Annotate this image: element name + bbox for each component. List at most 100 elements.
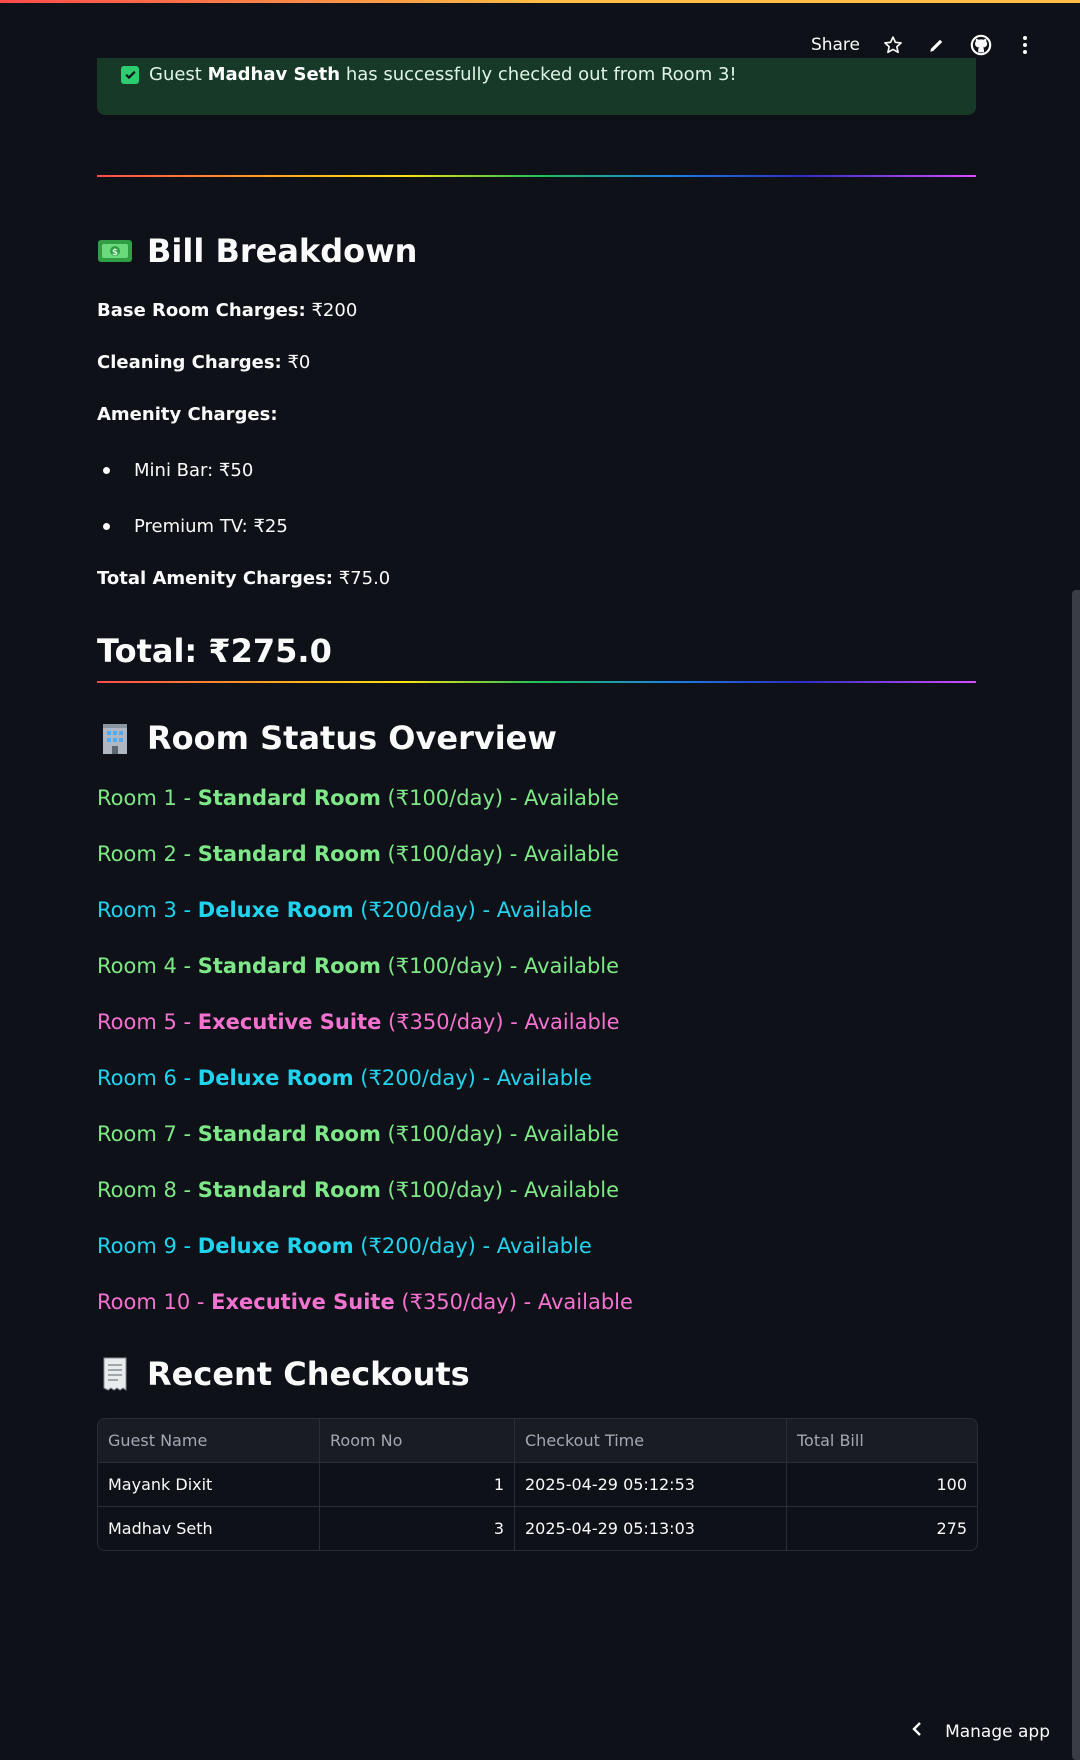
room-rate-status: (₹350/day) - Available: [394, 1290, 633, 1314]
base-charges: Base Room Charges: ₹200: [97, 300, 357, 321]
room-number: Room 10 -: [97, 1290, 212, 1314]
svg-text:$: $: [112, 248, 118, 258]
table-cell[interactable]: 2025-04-29 05:13:03: [515, 1507, 787, 1550]
room-type: Executive Suite: [211, 1290, 395, 1314]
total-amenity-charges: Total Amenity Charges: ₹75.0: [97, 568, 390, 589]
room-status-title: Room Status Overview: [147, 719, 557, 757]
manage-app-button[interactable]: Manage app: [911, 1721, 1050, 1742]
room-rate-status: (₹200/day) - Available: [353, 1066, 592, 1090]
bullet-icon: [103, 467, 110, 474]
column-header[interactable]: Room No: [320, 1419, 515, 1462]
bill-breakdown-heading: $ Bill Breakdown: [97, 232, 417, 270]
app-page: Share Guest Madhav Seth has successfully…: [0, 0, 1080, 1760]
table-cell[interactable]: 3: [320, 1507, 515, 1550]
bill-title: Bill Breakdown: [147, 232, 418, 270]
room-status-item: Room 7 - Standard Room (₹100/day) - Avai…: [97, 1122, 619, 1146]
alert-guest-name: Madhav Seth: [207, 64, 341, 85]
room-rate-status: (₹100/day) - Available: [380, 1122, 620, 1146]
alert-suffix: has successfully checked out from Room 3…: [340, 64, 737, 85]
more-vertical-icon[interactable]: [1014, 34, 1036, 56]
recent-checkouts-title: Recent Checkouts: [147, 1355, 470, 1393]
table-row: Mayank Dixit 1 2025-04-29 05:12:53 100: [98, 1463, 977, 1507]
room-number: Room 4 -: [97, 954, 198, 978]
amenity-charges: Amenity Charges:: [97, 404, 278, 425]
table-header-row: Guest Name Room No Checkout Time Total B…: [98, 1419, 977, 1463]
base-charges-value: ₹200: [305, 300, 358, 321]
room-number: Room 9 -: [97, 1234, 198, 1258]
header-toolbar: Share: [811, 30, 1036, 60]
room-rate-status: (₹200/day) - Available: [353, 1234, 592, 1258]
room-type: Standard Room: [197, 842, 381, 866]
amenity-item-label: Mini Bar: ₹50: [134, 460, 254, 481]
bullet-icon: [103, 523, 110, 530]
pencil-icon[interactable]: [926, 34, 948, 56]
total-amenity-label: Total Amenity Charges:: [97, 568, 333, 589]
table-cell[interactable]: 100: [787, 1463, 977, 1506]
room-rate-status: (₹100/day) - Available: [380, 1178, 620, 1202]
room-status-item: Room 8 - Standard Room (₹100/day) - Avai…: [97, 1178, 619, 1202]
room-type: Deluxe Room: [197, 1234, 354, 1258]
room-status-heading: Room Status Overview: [97, 719, 557, 757]
star-icon[interactable]: [882, 34, 904, 56]
table-cell[interactable]: Madhav Seth: [98, 1507, 320, 1550]
room-status-item: Room 1 - Standard Room (₹100/day) - Avai…: [97, 786, 619, 810]
room-rate-status: (₹100/day) - Available: [380, 786, 620, 810]
checkouts-table: Guest Name Room No Checkout Time Total B…: [97, 1418, 978, 1551]
room-type: Standard Room: [197, 1178, 381, 1202]
divider: [97, 681, 976, 683]
amenity-item: Mini Bar: ₹50: [97, 460, 253, 481]
room-rate-status: (₹350/day) - Available: [381, 1010, 620, 1034]
manage-app-label: Manage app: [945, 1721, 1050, 1742]
room-type: Standard Room: [197, 1122, 381, 1146]
chevron-left-icon: [911, 1721, 923, 1742]
cleaning-charges-value: ₹0: [281, 352, 311, 373]
column-header[interactable]: Guest Name: [98, 1419, 320, 1462]
amenity-item: Premium TV: ₹25: [97, 516, 288, 537]
room-number: Room 8 -: [97, 1178, 198, 1202]
top-accent-bar: [0, 0, 1080, 3]
room-status-item: Room 10 - Executive Suite (₹350/day) - A…: [97, 1290, 633, 1314]
room-status-item: Room 6 - Deluxe Room (₹200/day) - Availa…: [97, 1066, 592, 1090]
base-charges-label: Base Room Charges:: [97, 300, 306, 321]
table-cell[interactable]: 275: [787, 1507, 977, 1550]
column-header[interactable]: Total Bill: [787, 1419, 977, 1462]
room-number: Room 1 -: [97, 786, 198, 810]
column-header[interactable]: Checkout Time: [515, 1419, 787, 1462]
bill-total: Total: ₹275.0: [97, 632, 332, 670]
room-number: Room 3 -: [97, 898, 198, 922]
room-rate-status: (₹100/day) - Available: [380, 842, 620, 866]
github-icon[interactable]: [970, 34, 992, 56]
room-status-item: Room 5 - Executive Suite (₹350/day) - Av…: [97, 1010, 620, 1034]
cleaning-charges: Cleaning Charges: ₹0: [97, 352, 310, 373]
scrollbar[interactable]: [1072, 590, 1080, 1760]
room-status-item: Room 2 - Standard Room (₹100/day) - Avai…: [97, 842, 619, 866]
room-status-item: Room 9 - Deluxe Room (₹200/day) - Availa…: [97, 1234, 592, 1258]
room-status-item: Room 4 - Standard Room (₹100/day) - Avai…: [97, 954, 619, 978]
cleaning-charges-label: Cleaning Charges:: [97, 352, 282, 373]
recent-checkouts-heading: Recent Checkouts: [97, 1355, 470, 1393]
table-row: Madhav Seth 3 2025-04-29 05:13:03 275: [98, 1507, 977, 1550]
receipt-icon: [97, 1356, 133, 1392]
room-type: Deluxe Room: [197, 898, 354, 922]
divider: [97, 175, 976, 177]
building-icon: [97, 720, 133, 756]
room-number: Room 6 -: [97, 1066, 198, 1090]
total-amenity-value: ₹75.0: [332, 568, 391, 589]
money-icon: $: [97, 233, 133, 269]
amenity-item-label: Premium TV: ₹25: [134, 516, 288, 537]
table-cell[interactable]: Mayank Dixit: [98, 1463, 320, 1506]
room-rate-status: (₹100/day) - Available: [380, 954, 620, 978]
room-number: Room 7 -: [97, 1122, 198, 1146]
room-number: Room 5 -: [97, 1010, 198, 1034]
room-type: Executive Suite: [197, 1010, 382, 1034]
share-button[interactable]: Share: [811, 35, 860, 55]
table-cell[interactable]: 1: [320, 1463, 515, 1506]
amenity-charges-label: Amenity Charges:: [97, 404, 278, 425]
alert-prefix: Guest: [149, 64, 208, 85]
room-rate-status: (₹200/day) - Available: [353, 898, 592, 922]
table-cell[interactable]: 2025-04-29 05:12:53: [515, 1463, 787, 1506]
room-type: Standard Room: [197, 786, 381, 810]
alert-message: Guest Madhav Seth has successfully check…: [149, 64, 737, 85]
room-status-item: Room 3 - Deluxe Room (₹200/day) - Availa…: [97, 898, 592, 922]
room-type: Deluxe Room: [197, 1066, 354, 1090]
